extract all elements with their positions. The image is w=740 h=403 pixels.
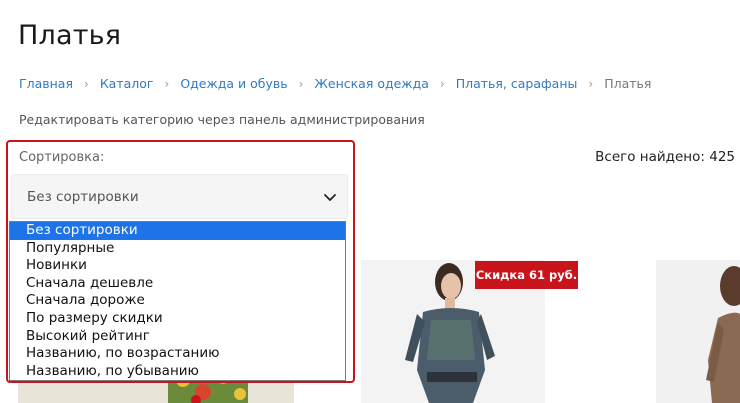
sort-label: Сортировка: [19,150,105,165]
sort-option-price-desc[interactable]: Сначала дороже [10,292,345,310]
breadcrumb-separator: › [164,76,170,91]
sort-option-name-desc[interactable]: Названию, по убыванию [10,363,345,381]
total-found-count: Всего найдено: 425 [595,149,735,165]
sort-options-list: Без сортировки Популярные Новинки Сначал… [9,221,346,381]
breadcrumb-dresses-sundresses-link[interactable]: Платья, сарафаны [456,76,578,91]
sort-option-discount[interactable]: По размеру скидки [10,310,345,328]
discount-badge: Скидка 61 руб. [475,261,578,289]
sort-option-price-asc[interactable]: Сначала дешевле [10,275,345,293]
breadcrumb-clothing-link[interactable]: Одежда и обувь [180,76,287,91]
sort-option-new[interactable]: Новинки [10,257,345,275]
sort-select-value: Без сортировки [27,189,139,205]
sort-option-popular[interactable]: Популярные [10,240,345,258]
breadcrumb-separator: › [298,76,304,91]
sort-option-rating[interactable]: Высокий рейтинг [10,328,345,346]
breadcrumb-home-link[interactable]: Главная [19,76,73,91]
chevron-down-icon [324,194,336,201]
product-image-brown-dress[interactable] [656,260,740,403]
sort-panel: Сортировка: Без сортировки Без сортировк… [6,140,355,383]
woman-in-brown-dress-photo [656,260,740,403]
breadcrumb-womens-link[interactable]: Женская одежда [314,76,428,91]
edit-category-link[interactable]: Редактировать категорию через панель адм… [19,112,425,127]
breadcrumb-separator: › [588,76,594,91]
breadcrumb: Главная › Каталог › Одежда и обувь › Жен… [19,76,651,91]
breadcrumb-separator: › [439,76,445,91]
page-title: Платья [18,20,122,51]
sort-option-name-asc[interactable]: Названию, по возрастанию [10,345,345,363]
sort-option-none[interactable]: Без сортировки [10,222,345,240]
breadcrumb-current: Платья [604,76,652,91]
breadcrumb-separator: › [84,76,89,91]
breadcrumb-catalog-link[interactable]: Каталог [100,76,154,91]
sort-select[interactable]: Без сортировки [11,174,348,219]
